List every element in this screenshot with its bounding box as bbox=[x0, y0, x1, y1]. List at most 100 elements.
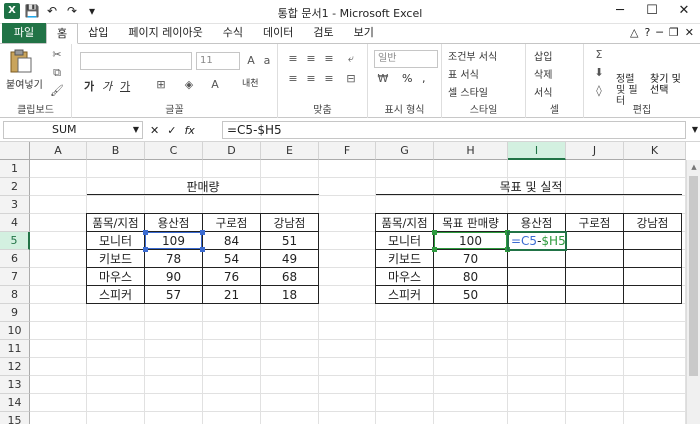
table-cell[interactable]: 21 bbox=[202, 285, 261, 304]
tab-file[interactable]: 파일 bbox=[2, 23, 46, 43]
column-header-a[interactable]: A bbox=[30, 142, 87, 160]
help-icon[interactable]: ? bbox=[644, 23, 650, 43]
scroll-up-icon[interactable]: ▲ bbox=[687, 160, 700, 174]
table-cell[interactable] bbox=[623, 231, 682, 250]
table-cell[interactable]: 49 bbox=[260, 249, 319, 268]
worksheet-grid[interactable]: A B C D E F G H I J K 1 2 3 4 5 6 7 8 9 … bbox=[0, 142, 700, 424]
ref-handle[interactable] bbox=[143, 247, 148, 252]
ref-handle[interactable] bbox=[200, 247, 205, 252]
tab-page-layout[interactable]: 페이지 레이아웃 bbox=[118, 23, 212, 43]
row-header-15[interactable]: 15 bbox=[0, 412, 30, 424]
table-cell[interactable]: 57 bbox=[144, 285, 203, 304]
tab-data[interactable]: 데이터 bbox=[253, 23, 303, 43]
table-cell[interactable] bbox=[623, 285, 682, 304]
select-all-corner[interactable] bbox=[0, 142, 30, 160]
cell-styles-button[interactable]: 셀 스타일 bbox=[448, 84, 488, 99]
workbook-close-icon[interactable]: ✕ bbox=[685, 23, 694, 43]
percent-button[interactable]: % bbox=[402, 72, 412, 85]
tab-view[interactable]: 보기 bbox=[344, 23, 384, 43]
phonetic-button[interactable]: 내천 bbox=[242, 76, 259, 89]
name-box-dropdown-icon[interactable]: ▼ bbox=[133, 122, 139, 138]
row-header-14[interactable]: 14 bbox=[0, 394, 30, 412]
tab-formulas[interactable]: 수식 bbox=[213, 23, 253, 43]
copy-icon[interactable]: ⧉ bbox=[50, 66, 64, 80]
find-select-button[interactable]: 찾기 및 선택 bbox=[650, 74, 684, 96]
table-cell[interactable]: 스피커 bbox=[86, 285, 145, 304]
insert-cells-button[interactable]: 삽입 bbox=[534, 48, 552, 63]
align-top-icon[interactable]: ≡ bbox=[286, 52, 300, 66]
tab-insert[interactable]: 삽입 bbox=[78, 23, 118, 43]
conditional-formatting-button[interactable]: 조건부 서식 bbox=[448, 48, 497, 63]
row-header-1[interactable]: 1 bbox=[0, 160, 30, 178]
table-cell[interactable]: 스피커 bbox=[375, 285, 434, 304]
column-header-g[interactable]: G bbox=[376, 142, 434, 160]
table-cell[interactable] bbox=[623, 267, 682, 286]
comma-button[interactable]: , bbox=[422, 72, 426, 85]
ref-handle[interactable] bbox=[432, 230, 437, 235]
row-header-6[interactable]: 6 bbox=[0, 250, 30, 268]
table-cell[interactable]: 모니터 bbox=[86, 231, 145, 250]
expand-formula-bar-icon[interactable]: ▼ bbox=[692, 125, 698, 134]
underline-button[interactable]: 가 bbox=[120, 78, 130, 94]
row-header-5[interactable]: 5 bbox=[0, 232, 30, 250]
column-header-k[interactable]: K bbox=[624, 142, 686, 160]
table-cell[interactable] bbox=[565, 231, 624, 250]
cancel-formula-button[interactable]: ✕ bbox=[150, 124, 159, 137]
minimize-button[interactable]: ─ bbox=[604, 0, 636, 22]
target-header-goal[interactable]: 목표 판매량 bbox=[433, 213, 508, 232]
merge-center-icon[interactable]: ⊟ bbox=[344, 72, 358, 86]
tab-review[interactable]: 검토 bbox=[303, 23, 343, 43]
format-as-table-button[interactable]: 표 서식 bbox=[448, 66, 479, 81]
table-cell[interactable]: 마우스 bbox=[86, 267, 145, 286]
sales-header-guro[interactable]: 구로점 bbox=[202, 213, 261, 232]
row-header-2[interactable]: 2 bbox=[0, 178, 30, 196]
maximize-button[interactable]: ☐ bbox=[636, 0, 668, 22]
target-header-item[interactable]: 품목/지점 bbox=[375, 213, 434, 232]
fill-color-icon[interactable]: ◈ bbox=[182, 78, 196, 92]
row-header-8[interactable]: 8 bbox=[0, 286, 30, 304]
delete-cells-button[interactable]: 삭제 bbox=[534, 66, 552, 81]
ref-handle[interactable] bbox=[432, 247, 437, 252]
number-format-combo[interactable]: 일반 bbox=[374, 50, 438, 68]
table-cell[interactable]: 84 bbox=[202, 231, 261, 250]
autosum-icon[interactable]: Σ bbox=[592, 48, 606, 62]
format-cells-button[interactable]: 서식 bbox=[534, 84, 552, 99]
table-cell[interactable]: 50 bbox=[433, 285, 508, 304]
bold-button[interactable]: 가 bbox=[84, 78, 94, 94]
shrink-font-icon[interactable]: a bbox=[260, 54, 274, 68]
table-cell[interactable]: 78 bbox=[144, 249, 203, 268]
sales-header-gangnam[interactable]: 강남점 bbox=[260, 213, 319, 232]
table-cell[interactable]: 70 bbox=[433, 249, 508, 268]
column-header-c[interactable]: C bbox=[145, 142, 203, 160]
column-header-f[interactable]: F bbox=[319, 142, 376, 160]
grow-font-icon[interactable]: A bbox=[244, 54, 258, 68]
column-header-h[interactable]: H bbox=[434, 142, 508, 160]
table-cell[interactable] bbox=[565, 267, 624, 286]
table-cell[interactable]: 모니터 bbox=[375, 231, 434, 250]
close-button[interactable]: ✕ bbox=[668, 0, 700, 22]
font-size-combo[interactable]: 11 bbox=[196, 52, 240, 70]
table-cell[interactable]: 키보드 bbox=[86, 249, 145, 268]
font-name-combo[interactable] bbox=[80, 52, 192, 70]
table-cell[interactable]: 54 bbox=[202, 249, 261, 268]
italic-button[interactable]: 가 bbox=[102, 78, 112, 94]
name-box[interactable]: SUM ▼ bbox=[3, 121, 143, 139]
align-left-icon[interactable]: ≡ bbox=[286, 72, 300, 86]
table-cell[interactable] bbox=[623, 249, 682, 268]
table-cell[interactable] bbox=[507, 267, 566, 286]
row-header-4[interactable]: 4 bbox=[0, 214, 30, 232]
row-header-7[interactable]: 7 bbox=[0, 268, 30, 286]
column-header-b[interactable]: B bbox=[87, 142, 145, 160]
insert-function-button[interactable]: fx bbox=[184, 124, 194, 137]
fill-icon[interactable]: ⬇ bbox=[592, 66, 606, 80]
ribbon-collapse-icon[interactable]: △ bbox=[630, 23, 638, 43]
sales-header-item[interactable]: 품목/지점 bbox=[86, 213, 145, 232]
target-header-yongsan[interactable]: 용산점 bbox=[507, 213, 566, 232]
vertical-scrollbar[interactable]: ▲ bbox=[686, 160, 700, 424]
workbook-minimize-icon[interactable]: ─ bbox=[656, 23, 663, 43]
ref-handle[interactable] bbox=[200, 230, 205, 235]
table-cell[interactable]: 18 bbox=[260, 285, 319, 304]
table-cell[interactable]: 51 bbox=[260, 231, 319, 250]
tab-home[interactable]: 홈 bbox=[46, 23, 79, 44]
column-header-j[interactable]: J bbox=[566, 142, 624, 160]
